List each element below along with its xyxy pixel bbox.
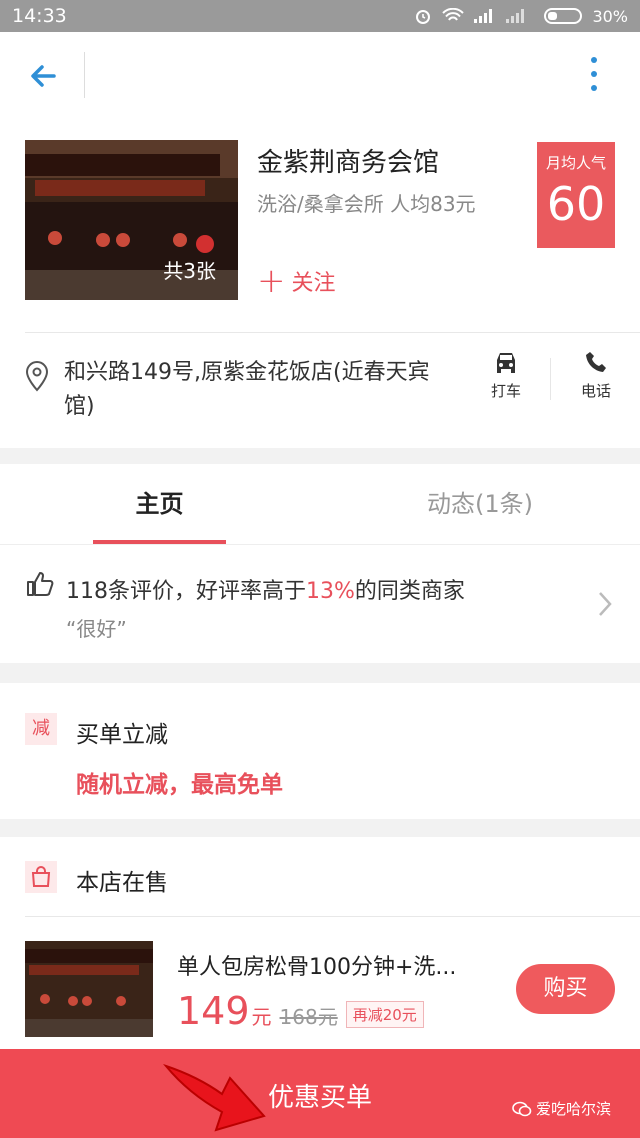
signal-2-icon	[506, 9, 525, 23]
deal-original-price: 168元	[279, 1005, 338, 1029]
deal-price-unit: 元	[251, 1005, 272, 1029]
shop-photo[interactable]: 共3张	[25, 140, 238, 300]
buy-button[interactable]: 购买	[516, 964, 615, 1014]
popularity-label: 月均人气	[545, 154, 606, 172]
back-arrow-icon[interactable]	[24, 56, 64, 96]
plus-icon: +	[257, 261, 286, 301]
watermark: 爱吃哈尔滨	[512, 1098, 611, 1119]
wechat-icon	[512, 1101, 532, 1116]
deal-image	[25, 941, 153, 1037]
phone-icon	[586, 352, 606, 372]
review-quote: “很好”	[66, 617, 127, 641]
chevron-right-icon	[599, 592, 612, 616]
taxi-icon	[497, 353, 515, 373]
divider	[25, 332, 640, 333]
wifi-icon	[442, 8, 465, 21]
thumbs-up-icon	[27, 572, 54, 596]
tab-bar: 主页 动态(1条)	[0, 464, 640, 545]
red-arrow-annotation-icon	[163, 1063, 266, 1132]
follow-label: 关注	[291, 271, 336, 296]
shop-name: 金紫荆商务会馆	[257, 148, 440, 178]
follow-button[interactable]: + 关注	[257, 261, 336, 301]
battery-icon	[544, 8, 583, 24]
shop-info-card: 共3张 金紫荆商务会馆 洗浴/桑拿会所 人均83元 + 关注 月均人气 60 和…	[0, 118, 640, 448]
deal-item-photo[interactable]	[25, 941, 153, 1037]
action-divider	[550, 358, 551, 400]
shopping-bag-tag	[25, 861, 57, 893]
more-options-icon[interactable]	[582, 54, 606, 94]
review-summary[interactable]: 118条评价，好评率高于13%的同类商家 “很好”	[0, 545, 640, 663]
deal-item-name[interactable]: 单人包房松骨100分钟+洗...	[177, 949, 456, 981]
deal-price: 149 元 168元 再减20元	[177, 989, 424, 1033]
discount-tag: 减	[25, 713, 57, 745]
shopping-bag-icon	[31, 866, 51, 887]
shop-address[interactable]: 和兴路149号,原紫金花饭店(近春天宾馆)	[64, 356, 459, 424]
status-time: 14:33	[12, 5, 67, 27]
alarm-icon	[416, 10, 431, 24]
shop-category-price: 洗浴/桑拿会所 人均83元	[257, 192, 476, 216]
tab-home[interactable]: 主页	[93, 464, 226, 544]
review-stats: 118条评价，好评率高于13%的同类商家	[66, 573, 465, 605]
extra-discount-badge: 再减20元	[345, 1001, 424, 1028]
location-pin-icon	[25, 360, 49, 392]
nav-bar	[0, 32, 640, 119]
promo-title: 买单立减	[76, 722, 168, 748]
status-bar: 14:33 30%	[0, 0, 640, 32]
popularity-value: 60	[546, 177, 606, 231]
review-suffix: 的同类商家	[354, 579, 465, 604]
phone-label: 电话	[580, 382, 611, 400]
taxi-label: 打车	[490, 382, 521, 400]
on-sale-title: 本店在售	[76, 870, 168, 896]
divider	[25, 916, 640, 917]
review-percent: 13%	[306, 579, 355, 604]
on-sale-section: 本店在售 单人包房松骨100分钟+洗... 149 元 168元 再减20元 购…	[0, 837, 640, 1057]
pay-bill-bar[interactable]: 优惠买单	[0, 1049, 640, 1138]
popularity-badge: 月均人气 60	[537, 142, 615, 248]
deal-price-value: 149	[177, 989, 250, 1033]
promo-card[interactable]: 减 买单立减 随机立减，最高免单	[0, 683, 640, 819]
taxi-button[interactable]: 打车	[476, 350, 536, 401]
review-prefix: 118条评价，好评率高于	[66, 579, 306, 604]
watermark-text: 爱吃哈尔滨	[536, 1100, 612, 1118]
nav-divider	[84, 52, 85, 98]
promo-subtitle: 随机立减，最高免单	[76, 772, 283, 798]
tab-activity[interactable]: 动态(1条)	[360, 464, 600, 544]
phone-button[interactable]: 电话	[566, 350, 626, 401]
photo-count: 共3张	[163, 259, 216, 283]
signal-icon	[474, 9, 493, 23]
battery-percent: 30%	[592, 6, 628, 26]
